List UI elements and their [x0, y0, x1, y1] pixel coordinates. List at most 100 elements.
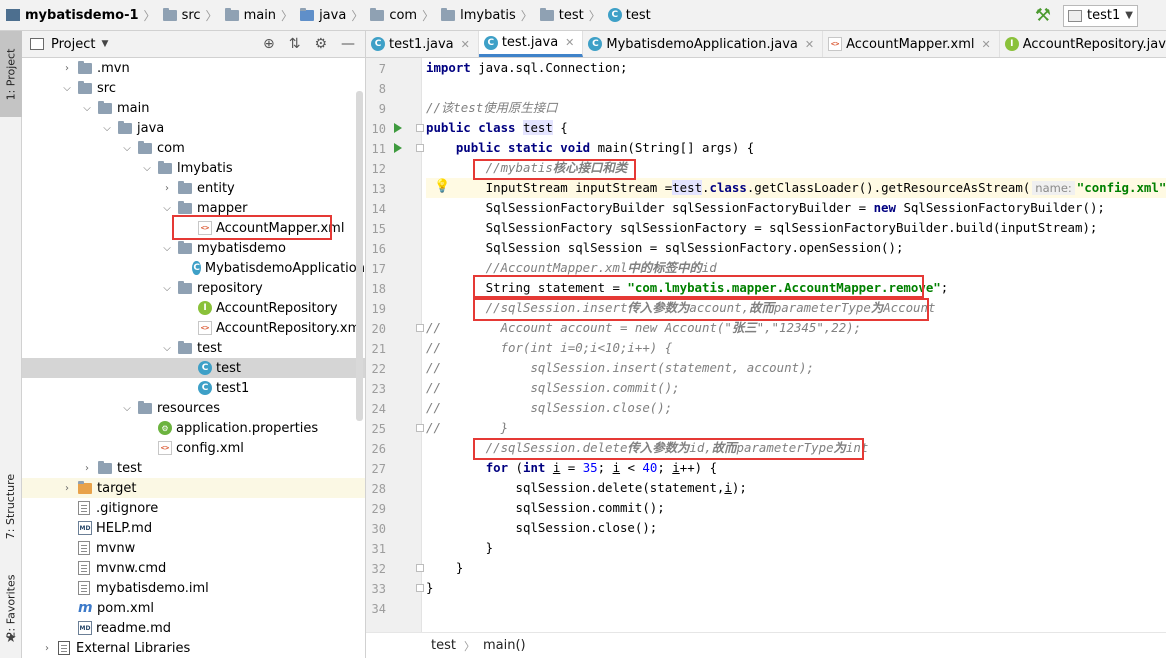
tree-item-config-xml[interactable]: ›<>config.xml	[22, 438, 365, 458]
tree-item-external-libraries[interactable]: › External Libraries	[22, 638, 365, 658]
code-comment: int	[845, 440, 869, 455]
code-token: }	[426, 560, 464, 575]
chevron-right-icon[interactable]: ›	[60, 483, 74, 494]
tree-item-accountrepository-xml[interactable]: ›<>AccountRepository.xml	[22, 318, 365, 338]
tool-tab-label: 2: Favorites	[4, 574, 18, 638]
run-gutter-icon[interactable]	[394, 143, 402, 153]
breadcrumb-item-test-package[interactable]: test	[539, 7, 584, 23]
editor-breadcrumb-method[interactable]: main()	[483, 638, 526, 653]
close-icon[interactable]: ✕	[461, 38, 470, 51]
breadcrumb-item-com[interactable]: com	[370, 7, 417, 23]
collapse-all-icon[interactable]: ⇅	[289, 36, 301, 52]
breadcrumb-item-main[interactable]: main	[224, 7, 276, 23]
chevron-right-icon[interactable]: ›	[60, 63, 74, 74]
breadcrumb-item-lmybatis[interactable]: lmybatis	[441, 7, 516, 23]
chevron-down-icon[interactable]: ⌵	[140, 163, 154, 174]
chevron-down-icon[interactable]: ▼	[101, 39, 108, 49]
build-hammer-icon[interactable]: ⚒	[1035, 5, 1051, 26]
package-icon	[539, 7, 554, 21]
fold-marker-icon[interactable]	[416, 584, 424, 592]
tree-item-mapper[interactable]: ⌵ mapper	[22, 198, 365, 218]
chevron-down-icon[interactable]: ⌵	[100, 123, 114, 134]
tree-item-help-md[interactable]: ›MDHELP.md	[22, 518, 365, 538]
tab-accountrepository-java[interactable]: I AccountRepository.java ✕	[1000, 31, 1166, 57]
tab-accountmapper-xml[interactable]: <> AccountMapper.xml ✕	[823, 31, 1000, 57]
scrollbar[interactable]	[356, 91, 363, 421]
tree-item-lmybatis[interactable]: ⌵ lmybatis	[22, 158, 365, 178]
code-token: java.sql.Connection;	[470, 60, 628, 75]
tree-item-test[interactable]: ⌵ test	[22, 338, 365, 358]
tree-item-test[interactable]: ›Ctest	[22, 358, 365, 378]
code-area[interactable]: import java.sql.Connection; //该test使用原生接…	[426, 58, 1166, 632]
intention-bulb-icon[interactable]: 💡	[434, 179, 450, 194]
tree-item-label: target	[97, 480, 137, 496]
chevron-down-icon[interactable]: ⌵	[60, 83, 74, 94]
tree-item-test[interactable]: › test	[22, 458, 365, 478]
tree-item-com[interactable]: ⌵ com	[22, 138, 365, 158]
breadcrumb-project[interactable]: mybatisdemo-1	[6, 8, 139, 23]
chevron-down-icon[interactable]: ⌵	[160, 343, 174, 354]
folder-icon	[178, 200, 192, 214]
close-icon[interactable]: ✕	[982, 38, 991, 51]
code-string: "config.xml"	[1076, 180, 1166, 195]
breadcrumb-item-java[interactable]: java	[300, 7, 346, 23]
fold-marker-icon[interactable]	[416, 144, 424, 152]
close-icon[interactable]: ✕	[565, 36, 574, 49]
project-panel-title[interactable]: Project	[51, 37, 95, 52]
code-comment: account,	[689, 300, 750, 315]
tree-item-entity[interactable]: › entity	[22, 178, 365, 198]
tree-item-mybatisdemo[interactable]: ⌵ mybatisdemo	[22, 238, 365, 258]
chevron-down-icon[interactable]: ⌵	[160, 243, 174, 254]
chevron-down-icon[interactable]: ⌵	[120, 143, 134, 154]
close-icon[interactable]: ✕	[805, 38, 814, 51]
tab-test1-java[interactable]: C test1.java ✕	[366, 31, 479, 57]
locate-icon[interactable]: ⊕	[263, 36, 275, 52]
tree-item-gitignore[interactable]: ›.gitignore	[22, 498, 365, 518]
tree-item-mvnw[interactable]: ›mvnw	[22, 538, 365, 558]
tree-item-mybatisdemo-iml[interactable]: ›mybatisdemo.iml	[22, 578, 365, 598]
tree-item-mvn[interactable]: › .mvn	[22, 58, 365, 78]
fold-marker-icon[interactable]	[416, 424, 424, 432]
tree-item-mvnw-cmd[interactable]: ›mvnw.cmd	[22, 558, 365, 578]
code-comment: sqlSession.commit();	[440, 380, 680, 395]
tree-item-src[interactable]: ⌵ src	[22, 78, 365, 98]
tree-item-test1[interactable]: ›Ctest1	[22, 378, 365, 398]
tool-tab-structure[interactable]: 7: Structure	[0, 461, 22, 551]
tree-item-target[interactable]: › target	[22, 478, 365, 498]
tree-item-main[interactable]: ⌵ main	[22, 98, 365, 118]
tree-item-java[interactable]: ⌵ java	[22, 118, 365, 138]
star-icon[interactable]: ★	[5, 631, 17, 646]
fold-marker-icon[interactable]	[416, 564, 424, 572]
tree-item-mybatisdemoapplication[interactable]: ›CMybatisdemoApplication	[22, 258, 365, 278]
gear-icon[interactable]: ⚙	[314, 36, 327, 52]
chevron-down-icon[interactable]: ⌵	[80, 103, 94, 114]
tree-item-accountmapper-xml[interactable]: ›<>AccountMapper.xml	[22, 215, 365, 240]
tree-item-resources[interactable]: ⌵ resources	[22, 398, 365, 418]
code-editor[interactable]: 7 8 9 10 11 12 13 14 15 16 17 18 19 20 21 22 23 24 25 26 27 2…	[366, 58, 1166, 632]
tree-item-accountrepository[interactable]: ›IAccountRepository	[22, 298, 365, 318]
fold-marker-icon[interactable]	[416, 324, 424, 332]
tool-tab-project[interactable]: 1: Project	[0, 31, 22, 117]
chevron-right-icon[interactable]: ›	[160, 183, 174, 194]
code-line-28: sqlSession.delete(statement,i);	[426, 478, 747, 498]
fold-marker-icon[interactable]	[416, 124, 424, 132]
run-configuration-select[interactable]: test1 ▼	[1063, 4, 1138, 27]
run-gutter-icon[interactable]	[394, 123, 402, 133]
breadcrumb-item-label: src	[181, 7, 201, 23]
chevron-down-icon[interactable]: ⌵	[120, 403, 134, 414]
tree-item-readme-md[interactable]: ›MDreadme.md	[22, 618, 365, 638]
tree-item-repository[interactable]: ⌵ repository	[22, 278, 365, 298]
tab-mybatisdemoapplication-java[interactable]: C MybatisdemoApplication.java ✕	[583, 31, 824, 57]
chevron-right-icon[interactable]: ›	[80, 463, 94, 474]
tree-item-pom-xml[interactable]: ›mpom.xml	[22, 598, 365, 618]
chevron-right-icon[interactable]: ›	[40, 643, 54, 654]
class-icon: C	[198, 381, 212, 395]
breadcrumb-item-test-class[interactable]: C test	[607, 8, 651, 23]
chevron-down-icon[interactable]: ⌵	[160, 283, 174, 294]
editor-breadcrumb-class[interactable]: test	[431, 638, 456, 653]
tree-item-application-properties[interactable]: ›⚙application.properties	[22, 418, 365, 438]
breadcrumb-item-src[interactable]: src	[162, 7, 201, 23]
tab-test-java[interactable]: C test.java ✕	[478, 31, 584, 57]
chevron-down-icon[interactable]: ⌵	[160, 203, 174, 214]
hide-icon[interactable]: —	[341, 36, 355, 52]
